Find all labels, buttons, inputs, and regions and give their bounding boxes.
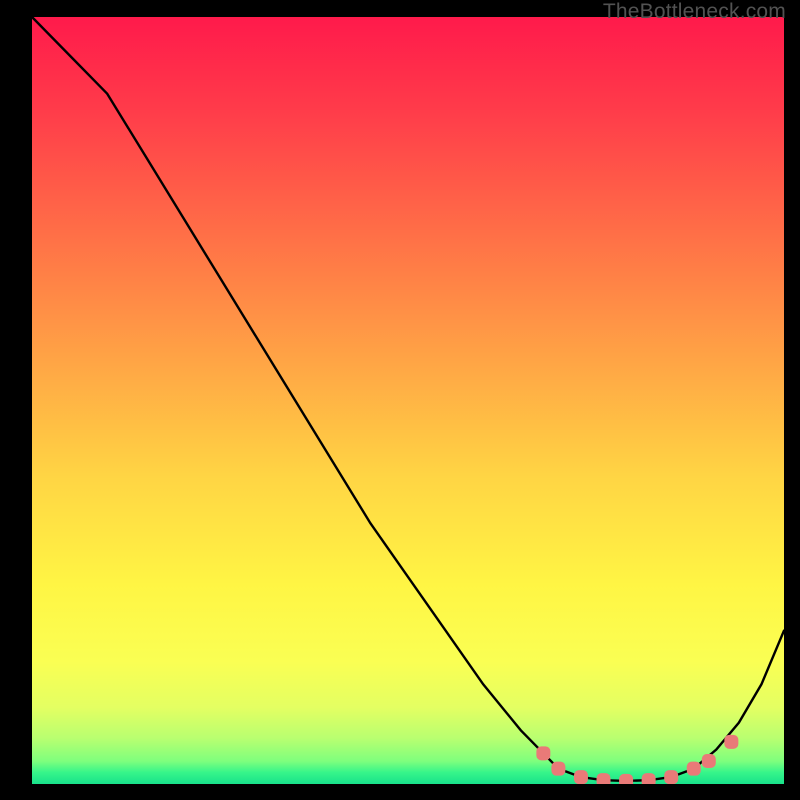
marker-dot (642, 773, 656, 784)
chart-frame (32, 17, 784, 784)
chart-svg (32, 17, 784, 784)
marker-dot (574, 770, 588, 784)
optimal-marker-dots (536, 735, 738, 784)
marker-dot (619, 774, 633, 784)
marker-dot (724, 735, 738, 749)
watermark-text: TheBottleneck.com (603, 0, 786, 24)
marker-dot (597, 773, 611, 784)
marker-dot (536, 746, 550, 760)
marker-dot (551, 762, 565, 776)
marker-dot (664, 770, 678, 784)
marker-dot (687, 762, 701, 776)
marker-dot (702, 754, 716, 768)
bottleneck-curve (32, 17, 784, 781)
